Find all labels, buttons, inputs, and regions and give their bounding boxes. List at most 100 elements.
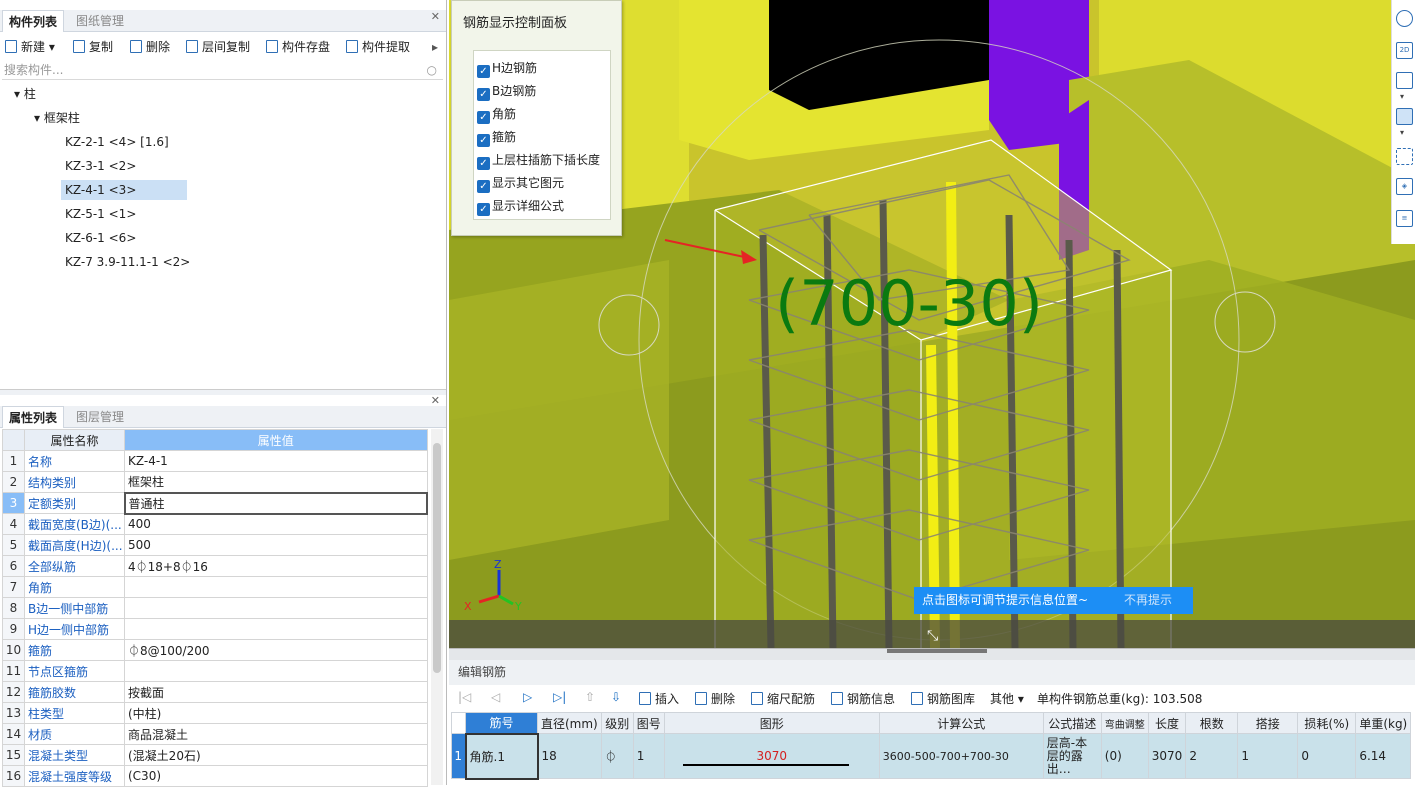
table-row[interactable]: 14 材质 商品混凝土	[2, 723, 428, 745]
checkbox-icon[interactable]: ✓	[477, 111, 490, 124]
tab-layer-manage[interactable]: 图层管理	[70, 406, 130, 428]
property-value[interactable]: 400	[124, 513, 428, 535]
other-dropdown[interactable]: 其他 ▾	[990, 690, 1024, 707]
tree-item[interactable]: KZ-7 3.9-11.1-1 <2>	[65, 252, 190, 272]
delete-row-button[interactable]: 删除	[695, 690, 735, 707]
floor-copy-button[interactable]: 层间复制	[186, 38, 250, 56]
search-icon[interactable]: ○	[427, 60, 437, 80]
option-upper-insert[interactable]: ✓ 上层柱插筋下插长度	[477, 150, 600, 170]
property-value[interactable]: 按截面	[124, 681, 428, 703]
checkbox-icon[interactable]: ✓	[477, 134, 490, 147]
cell-count[interactable]: 2	[1185, 733, 1239, 779]
table-row[interactable]: 4 截面宽度(B边)(... 400	[2, 513, 428, 535]
cube-icon[interactable]	[1396, 72, 1413, 89]
table-row[interactable]: 9 H边一侧中部筋	[2, 618, 428, 640]
tree-item[interactable]: KZ-5-1 <1>	[65, 204, 136, 224]
delete-button[interactable]: 删除	[130, 38, 170, 56]
rebar-info-button[interactable]: 钢筋信息	[831, 690, 895, 707]
cell-formula[interactable]: 3600-500-700+700-30	[878, 733, 1044, 779]
tree-item-selected[interactable]: KZ-4-1 <3>	[61, 180, 187, 200]
option-corner-rebar[interactable]: ✓ 角筋	[477, 104, 516, 124]
properties-icon[interactable]: ≡	[1396, 210, 1413, 227]
select-box-icon[interactable]	[1396, 148, 1413, 165]
tab-drawing-manage[interactable]: 图纸管理	[70, 10, 130, 32]
table-row[interactable]: 8 B边一侧中部筋	[2, 597, 428, 619]
tree-item[interactable]: KZ-6-1 <6>	[65, 228, 136, 248]
tree-root[interactable]: ▾ 柱	[14, 84, 36, 104]
table-row[interactable]: 10 箍筋 ⏀8@100/200	[2, 639, 428, 661]
cell-loss[interactable]: 0	[1297, 733, 1357, 779]
splitter-handle[interactable]	[887, 649, 987, 653]
property-value[interactable]: (混凝土20石)	[124, 744, 428, 766]
option-show-other[interactable]: ✓ 显示其它图元	[477, 173, 564, 193]
cell-grade[interactable]: ⏀	[600, 733, 634, 779]
property-value[interactable]	[124, 618, 428, 640]
close-icon[interactable]: ✕	[431, 10, 440, 23]
checkbox-icon[interactable]: ✓	[477, 180, 490, 193]
scrollbar-thumb[interactable]	[433, 443, 441, 673]
property-value[interactable]: 普通柱	[123, 491, 428, 515]
table-row[interactable]: 3 定额类别 普通柱	[2, 491, 428, 515]
tab-component-list[interactable]: 构件列表	[2, 10, 65, 32]
rebar-library-button[interactable]: 钢筋图库	[911, 690, 975, 707]
property-value[interactable]: 4⏀18+8⏀16	[124, 555, 428, 577]
checkbox-icon[interactable]: ✓	[477, 65, 490, 78]
cell-diameter[interactable]: 18	[537, 733, 602, 779]
table-row[interactable]: 2 结构类别 框架柱	[2, 471, 428, 493]
option-stirrup[interactable]: ✓ 箍筋	[477, 127, 516, 147]
copy-button[interactable]: 复制	[73, 38, 113, 56]
scrollbar[interactable]	[431, 429, 443, 785]
property-value[interactable]: KZ-4-1	[124, 450, 428, 472]
table-row[interactable]: 16 混凝土强度等级 (C30)	[2, 765, 428, 787]
chevron-down-icon[interactable]: ▾	[1400, 92, 1404, 101]
table-row[interactable]: 7 角筋	[2, 576, 428, 598]
cell-unit-weight[interactable]: 6.14	[1355, 733, 1412, 779]
object-icon[interactable]: ◈	[1396, 178, 1413, 195]
cell-length[interactable]: 3070	[1147, 733, 1187, 779]
property-value[interactable]: ⏀8@100/200	[124, 639, 428, 661]
property-value[interactable]: (C30)	[124, 765, 428, 787]
last-icon[interactable]: ▷|	[553, 690, 566, 704]
view-2d-icon[interactable]: 2D	[1396, 42, 1413, 59]
chevron-down-icon[interactable]: ▾	[1400, 128, 1404, 137]
move-up-icon[interactable]: ⇧	[585, 690, 595, 704]
tree-group[interactable]: ▾ 框架柱	[34, 108, 80, 128]
table-row[interactable]: 6 全部纵筋 4⏀18+8⏀16	[2, 555, 428, 577]
table-row[interactable]: 12 箍筋胶数 按截面	[2, 681, 428, 703]
property-value[interactable]: 500	[124, 534, 428, 556]
option-show-formula[interactable]: ✓ 显示详细公式	[477, 196, 564, 216]
rotate-icon[interactable]	[1396, 10, 1413, 27]
search-input[interactable]: 搜索构件... ○	[2, 60, 443, 80]
property-value[interactable]: (中柱)	[124, 702, 428, 724]
cell-bend[interactable]: (0)	[1100, 733, 1149, 779]
new-button[interactable]: 新建 ▾	[5, 38, 55, 56]
property-value[interactable]	[124, 597, 428, 619]
table-row[interactable]: 5 截面高度(H边)(... 500	[2, 534, 428, 556]
checkbox-icon[interactable]: ✓	[477, 203, 490, 216]
more-icon[interactable]: ▸	[432, 38, 438, 56]
option-b-rebar[interactable]: ✓ B边钢筋	[477, 81, 536, 101]
table-row[interactable]: 15 混凝土类型 (混凝土20石)	[2, 744, 428, 766]
cell-shape[interactable]: 3070	[663, 733, 880, 779]
splitter[interactable]	[0, 389, 446, 395]
save-component-button[interactable]: 构件存盘	[266, 38, 330, 56]
extract-component-button[interactable]: 构件提取	[346, 38, 410, 56]
scale-rebar-button[interactable]: 缩尺配筋	[751, 690, 815, 707]
option-h-rebar[interactable]: ✓ H边钢筋	[477, 58, 537, 78]
tree-item[interactable]: KZ-3-1 <2>	[65, 156, 136, 176]
tab-property-list[interactable]: 属性列表	[2, 406, 65, 428]
dismiss-hint-button[interactable]: 不再提示	[1124, 587, 1172, 614]
property-value[interactable]: 框架柱	[124, 471, 428, 493]
cell-fig-no[interactable]: 1	[632, 733, 665, 779]
splitter[interactable]	[449, 648, 1415, 660]
checkbox-icon[interactable]: ✓	[477, 88, 490, 101]
cube-solid-icon[interactable]	[1396, 108, 1413, 125]
prev-icon[interactable]: ◁	[491, 690, 500, 704]
property-value[interactable]	[124, 660, 428, 682]
property-value[interactable]	[124, 576, 428, 598]
property-value[interactable]: 商品混凝土	[124, 723, 428, 745]
insert-button[interactable]: 插入	[639, 690, 679, 707]
cell-rebar-no[interactable]: 角筋.1	[464, 732, 539, 780]
tree-item[interactable]: KZ-2-1 <4> [1.6]	[65, 132, 169, 152]
table-row[interactable]: 1 角筋.1 18 ⏀ 1 3070 3600-500-700+700-30 层…	[451, 732, 1412, 780]
